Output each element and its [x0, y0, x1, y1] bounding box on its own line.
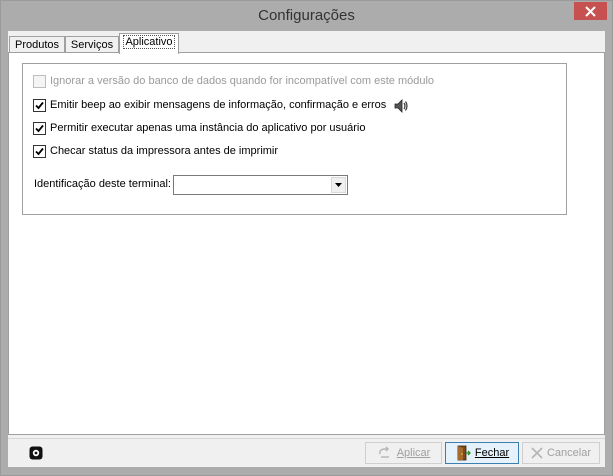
apply-label: Aplicar — [396, 447, 431, 459]
option-label: Permitir executar apenas uma instância d… — [50, 122, 366, 134]
speaker-icon[interactable] — [393, 98, 409, 114]
close-window-button[interactable] — [574, 2, 607, 20]
option-ignore-db-version[interactable]: Ignorar a versão do banco de dados quand… — [33, 74, 434, 88]
aplicativo-panel: Ignorar a versão do banco de dados quand… — [8, 52, 605, 435]
checkbox[interactable] — [33, 121, 46, 135]
chevron-down-icon — [335, 183, 342, 187]
check-icon — [35, 147, 44, 155]
window-title: Configurações — [258, 7, 355, 24]
option-label: Emitir beep ao exibir mensagens de infor… — [50, 99, 387, 111]
cancel-x-icon — [531, 447, 543, 459]
option-check-printer[interactable]: Checar status da impressora antes de imp… — [33, 144, 278, 158]
close-button[interactable]: Fechar — [445, 442, 519, 464]
checkbox[interactable] — [33, 144, 46, 158]
tab-produtos[interactable]: Produtos — [9, 36, 65, 53]
close-icon — [585, 5, 596, 17]
divider — [8, 438, 605, 439]
check-icon — [35, 101, 44, 109]
gear-icon[interactable] — [29, 446, 43, 460]
options-group: Ignorar a versão do banco de dados quand… — [22, 63, 567, 215]
tab-aplicativo[interactable]: Aplicativo — [119, 33, 179, 54]
tab-label: Aplicativo — [123, 35, 175, 49]
terminal-select[interactable] — [173, 175, 348, 195]
title-bar[interactable]: Configurações — [1, 1, 612, 31]
close-label: Fechar — [474, 447, 510, 459]
cancel-label: Cancelar — [546, 447, 592, 459]
tab-label: Serviços — [70, 39, 114, 51]
tab-servicos[interactable]: Serviços — [65, 36, 119, 53]
option-label: Checar status da impressora antes de imp… — [50, 145, 279, 157]
checkbox[interactable] — [33, 74, 46, 88]
door-icon — [457, 445, 471, 461]
option-single-instance[interactable]: Permitir executar apenas uma instância d… — [33, 121, 366, 135]
dropdown-button[interactable] — [331, 177, 346, 193]
footer-bar: Aplicar Fechar Cancelar — [8, 438, 605, 467]
terminal-label: Identificação deste terminal: — [34, 178, 171, 190]
option-emit-beep[interactable]: Emitir beep ao exibir mensagens de infor… — [33, 98, 408, 113]
tab-label: Produtos — [14, 39, 60, 51]
cancel-button[interactable]: Cancelar — [522, 442, 600, 464]
apply-button[interactable]: Aplicar — [365, 442, 442, 464]
option-label: Ignorar a versão do banco de dados quand… — [50, 75, 435, 87]
configuracoes-window: Configurações Produtos Serviços Aplicati… — [0, 0, 613, 476]
dialog-client: Produtos Serviços Aplicativo Ignorar a v… — [8, 31, 605, 467]
checkbox[interactable] — [33, 98, 46, 112]
check-icon — [35, 124, 44, 132]
apply-icon — [378, 446, 389, 458]
